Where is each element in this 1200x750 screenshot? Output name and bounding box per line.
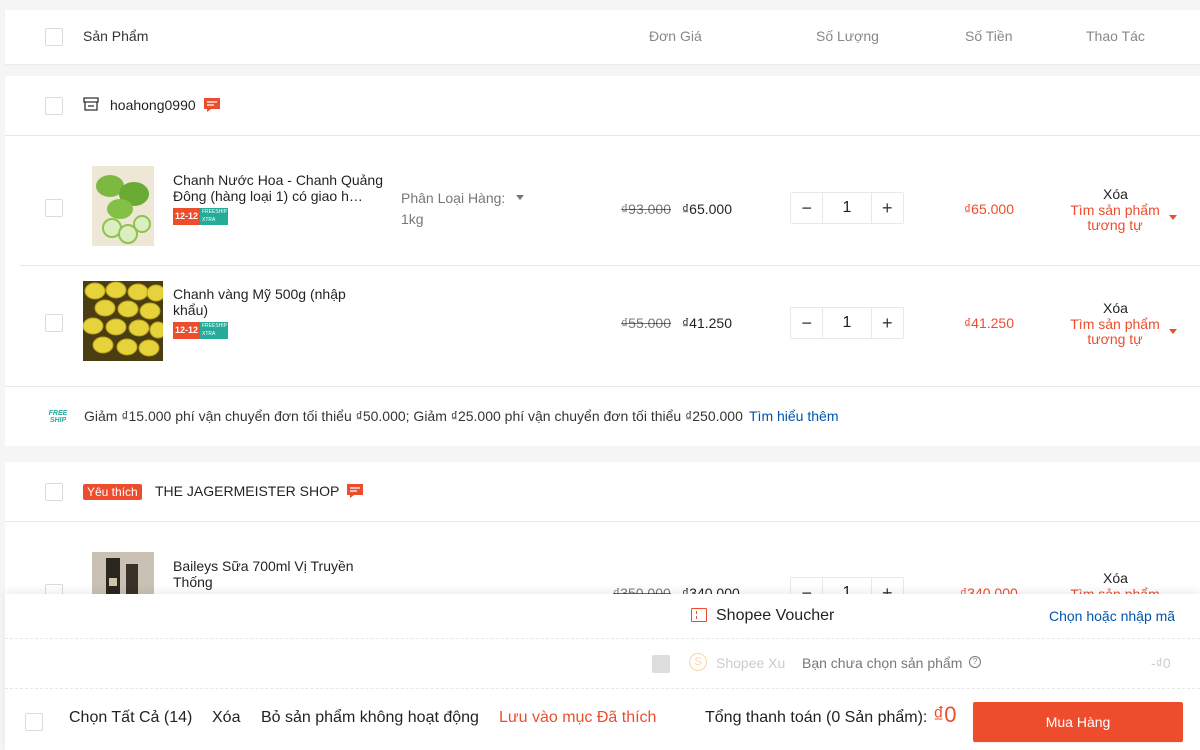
delete-button[interactable]: Xóa [1103,570,1128,586]
shop-icon [83,97,99,111]
product-name[interactable]: Baileys Sữa 700ml Vị Truyền Thống [173,558,383,590]
cart-header: Sản Phẩm Đơn Giá Số Lượng Số Tiền Thao T… [5,10,1200,64]
delete-button[interactable]: Xóa [1103,300,1128,316]
cart-item: Baileys Sữa 700ml Vị Truyền Thống ₫350.0… [20,522,1200,632]
increase-button[interactable]: + [872,193,903,223]
find-similar-button[interactable]: Tìm sản phẩm tương tự [1060,317,1170,347]
cart-item: Chanh Nước Hoa - Chanh Quảng Đông (hàng … [20,136,1200,266]
coin-label: Shopee Xu [716,655,786,671]
delete-selected-button[interactable]: Xóa [212,709,240,727]
coin-amount: -₫0 [1151,655,1171,671]
unit-price: ₫41.250 [682,315,733,331]
freeship-icon: FREE SHIP [48,410,68,424]
promo-badge: 12-12 FREESHIP XTRA [173,322,228,339]
coin-checkbox[interactable] [652,655,670,673]
total-label: Tổng thanh toán (0 Sản phẩm): [705,709,928,726]
header-quantity: Số Lượng [816,28,879,44]
item-subtotal: ₫41.250 [964,315,1015,331]
product-image-lime[interactable] [92,166,154,246]
shipping-promo-text: Giảm ₫15.000 phí vận chuyển đơn tối thiể… [84,408,743,424]
voucher-icon [691,608,707,622]
item-checkbox[interactable] [45,314,63,332]
variant-value: 1kg [401,211,424,227]
variant-label[interactable]: Phân Loại Hàng: [401,190,505,206]
cart-item: Chanh vàng Mỹ 500g (nhập khẩu) 12-12 FRE… [20,266,1200,386]
decrease-button[interactable]: − [791,193,822,223]
shop-checkbox[interactable] [45,97,63,115]
checkout-button[interactable]: Mua Hàng [973,702,1183,742]
header-action: Thao Tác [1086,28,1145,44]
select-voucher-link[interactable]: Chọn hoặc nhập mã [1049,608,1175,624]
voucher-row: Shopee Voucher Chọn hoặc nhập mã [5,594,1200,639]
old-price: ₫93.000 [621,201,672,217]
save-for-later-button[interactable]: Lưu vào mục Đã thích [499,709,659,727]
chat-icon[interactable] [203,97,221,113]
shop-section: hoahong0990 Chanh Nước Hoa - Chanh Quảng… [5,76,1200,446]
select-all-button[interactable]: Chọn Tất Cả (14) [69,709,192,727]
quantity-stepper: − 1 + [790,307,904,339]
header-product: Sản Phẩm [83,28,149,44]
shop-header: hoahong0990 [5,76,1200,136]
old-price: ₫55.000 [621,315,672,331]
header-unit-price: Đơn Giá [649,28,702,44]
total-amount: ₫0 [933,702,957,727]
chat-icon[interactable] [346,483,364,499]
coin-icon: S [689,653,707,671]
decrease-button[interactable]: − [791,308,822,338]
product-name[interactable]: Chanh Nước Hoa - Chanh Quảng Đông (hàng … [173,172,383,204]
coin-row: S Shopee Xu Bạn chưa chọn sản phẩm ? -₫0 [5,639,1200,689]
header-total: Số Tiền [965,28,1013,44]
learn-more-link[interactable]: Tìm hiểu thêm [749,408,838,424]
caret-down-icon[interactable] [1169,215,1177,220]
item-checkbox[interactable] [45,199,63,217]
increase-button[interactable]: + [872,308,903,338]
select-all-checkbox[interactable] [25,713,43,731]
help-icon[interactable]: ? [969,656,981,668]
shop-name[interactable]: THE JAGERMEISTER SHOP [155,483,339,499]
quantity-stepper: − 1 + [790,192,904,224]
coin-note: Bạn chưa chọn sản phẩm [802,655,963,671]
item-subtotal: ₫65.000 [964,201,1015,217]
shop-header: Yêu thích THE JAGERMEISTER SHOP [5,462,1200,522]
quantity-input[interactable]: 1 [822,308,872,338]
shop-checkbox[interactable] [45,483,63,501]
promo-badge: 12-12 FREESHIP XTRA [173,208,228,225]
product-image-lemon[interactable] [83,281,163,361]
voucher-label: Shopee Voucher [716,607,835,624]
shop-section: Yêu thích THE JAGERMEISTER SHOP Baileys … [5,462,1200,632]
shipping-promo-row: FREE SHIP Giảm ₫15.000 phí vận chuyển đơ… [5,386,1200,446]
shop-name[interactable]: hoahong0990 [110,97,196,113]
select-all-header-checkbox[interactable] [45,28,63,46]
delete-button[interactable]: Xóa [1103,186,1128,202]
quantity-input[interactable]: 1 [822,193,872,223]
favorite-badge: Yêu thích [83,484,142,500]
product-name[interactable]: Chanh vàng Mỹ 500g (nhập khẩu) [173,286,383,318]
footer-actions: Chọn Tất Cả (14) Xóa Bỏ sản phẩm không h… [5,689,1200,750]
checkout-bar: Shopee Voucher Chọn hoặc nhập mã S Shope… [5,594,1200,750]
find-similar-button[interactable]: Tìm sản phẩm tương tự [1060,203,1170,233]
caret-down-icon[interactable] [1169,329,1177,334]
unit-price: ₫65.000 [682,201,733,217]
remove-inactive-button[interactable]: Bỏ sản phẩm không hoạt động [261,709,479,727]
caret-down-icon[interactable] [516,195,524,200]
